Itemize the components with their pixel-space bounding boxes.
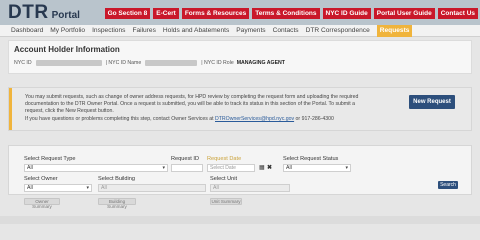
nyc-id-name-label: | NYC ID Name bbox=[105, 60, 142, 66]
unit-value: All bbox=[213, 185, 219, 191]
nav-portal-user-guide[interactable]: Portal User Guide bbox=[373, 8, 435, 19]
info-contact-text: If you have questions or problems comple… bbox=[25, 115, 216, 122]
dtr-portal-logo[interactable]: DTR Portal bbox=[8, 2, 80, 23]
nav-e-cert[interactable]: E-Cert bbox=[153, 8, 179, 19]
building-select[interactable]: All bbox=[98, 184, 206, 192]
request-date-placeholder: Select Date bbox=[210, 165, 236, 171]
clear-date-icon[interactable]: ✖ bbox=[267, 165, 272, 171]
request-status-select[interactable]: All ▾ bbox=[283, 164, 351, 172]
tab-holds-abatements[interactable]: Holds and Abatements bbox=[163, 25, 229, 37]
owner-select[interactable]: All ▾ bbox=[24, 184, 92, 192]
nav-forms-resources[interactable]: Forms & Resources bbox=[181, 8, 250, 19]
nyc-id-role-label: | NYC ID Role bbox=[201, 60, 234, 66]
nyc-id-redacted bbox=[35, 60, 102, 66]
tab-payments[interactable]: Payments bbox=[236, 25, 265, 37]
tab-requests[interactable]: Requests bbox=[376, 24, 413, 37]
request-status-label: Select Request Status bbox=[283, 156, 339, 162]
unit-select[interactable]: All bbox=[210, 184, 290, 192]
chevron-down-icon: ▾ bbox=[345, 165, 348, 171]
request-type-value: All bbox=[27, 165, 33, 171]
tab-inspections[interactable]: Inspections bbox=[92, 25, 125, 37]
logo-subtext: Portal bbox=[51, 10, 80, 21]
info-text: You may submit requests, such as change … bbox=[25, 94, 397, 123]
nav-go-section-8[interactable]: Go Section 8 bbox=[104, 8, 151, 19]
nyc-id-name-redacted bbox=[145, 60, 198, 66]
nav-nyc-id-guide[interactable]: NYC ID Guide bbox=[322, 8, 371, 19]
tab-my-portfolio[interactable]: My Portfolio bbox=[50, 25, 85, 37]
top-nav: Go Section 8 E-Cert Forms & Resources Te… bbox=[104, 8, 478, 19]
request-id-label: Request ID bbox=[171, 156, 199, 162]
account-holder-title: Account Holder Information bbox=[14, 45, 120, 54]
calendar-icon[interactable]: ▦ bbox=[259, 165, 265, 171]
owner-summary-button[interactable]: Owner Summary bbox=[24, 198, 60, 209]
tab-contacts[interactable]: Contacts bbox=[273, 25, 299, 37]
info-line-3: request, click the New Request button. bbox=[25, 108, 114, 115]
nyc-id-label: NYC ID bbox=[14, 60, 32, 66]
info-line-4: If you have questions or problems comple… bbox=[25, 116, 397, 123]
info-line-2: documentation to the DTR Owner Portal. O… bbox=[25, 101, 356, 108]
building-summary-button[interactable]: Building Summary bbox=[98, 198, 136, 209]
top-header: DTR Portal Go Section 8 E-Cert Forms & R… bbox=[0, 0, 480, 25]
info-accent-bar bbox=[9, 88, 12, 130]
request-type-label: Select Request Type bbox=[24, 156, 76, 162]
account-holder-panel: Account Holder Information NYC ID | NYC … bbox=[8, 40, 472, 74]
unit-summary-button[interactable]: Unit Summary bbox=[210, 198, 242, 205]
tab-failures[interactable]: Failures bbox=[132, 25, 155, 37]
request-date-label: Request Date bbox=[207, 156, 242, 162]
request-type-select[interactable]: All ▾ bbox=[24, 164, 168, 172]
page-footer-strip bbox=[0, 216, 480, 224]
account-holder-details: NYC ID | NYC ID Name | NYC ID Role MANAG… bbox=[14, 60, 285, 66]
building-label: Select Building bbox=[98, 176, 136, 182]
nav-terms-conditions[interactable]: Terms & Conditions bbox=[252, 8, 320, 19]
building-value: All bbox=[101, 185, 107, 191]
unit-label: Select Unit bbox=[210, 176, 238, 182]
request-date-input[interactable]: Select Date bbox=[207, 164, 255, 172]
new-request-button[interactable]: New Request bbox=[409, 95, 455, 109]
logo-text: DTR bbox=[8, 2, 49, 23]
search-button[interactable]: Search bbox=[438, 181, 458, 189]
nav-contact-us[interactable]: Contact Us bbox=[437, 8, 478, 19]
owner-value: All bbox=[27, 185, 33, 191]
info-phone-text: or 917-286-4300 bbox=[294, 115, 334, 122]
nyc-id-role-value: MANAGING AGENT bbox=[236, 60, 285, 66]
owner-label: Select Owner bbox=[24, 176, 58, 182]
tab-dtr-correspondence[interactable]: DTR Correspondence bbox=[306, 25, 370, 37]
chevron-down-icon: ▾ bbox=[86, 185, 89, 191]
owner-services-email-link[interactable]: DTROwnerServices@hpd.nyc.gov bbox=[215, 116, 294, 122]
info-line-1: You may submit requests, such as change … bbox=[25, 94, 359, 100]
chevron-down-icon: ▾ bbox=[162, 165, 165, 171]
request-id-input[interactable] bbox=[171, 164, 203, 172]
requests-info-panel: You may submit requests, such as change … bbox=[8, 87, 472, 131]
request-status-value: All bbox=[286, 165, 292, 171]
section-tabs: Dashboard My Portfolio Inspections Failu… bbox=[0, 24, 480, 37]
tab-dashboard[interactable]: Dashboard bbox=[11, 25, 43, 37]
